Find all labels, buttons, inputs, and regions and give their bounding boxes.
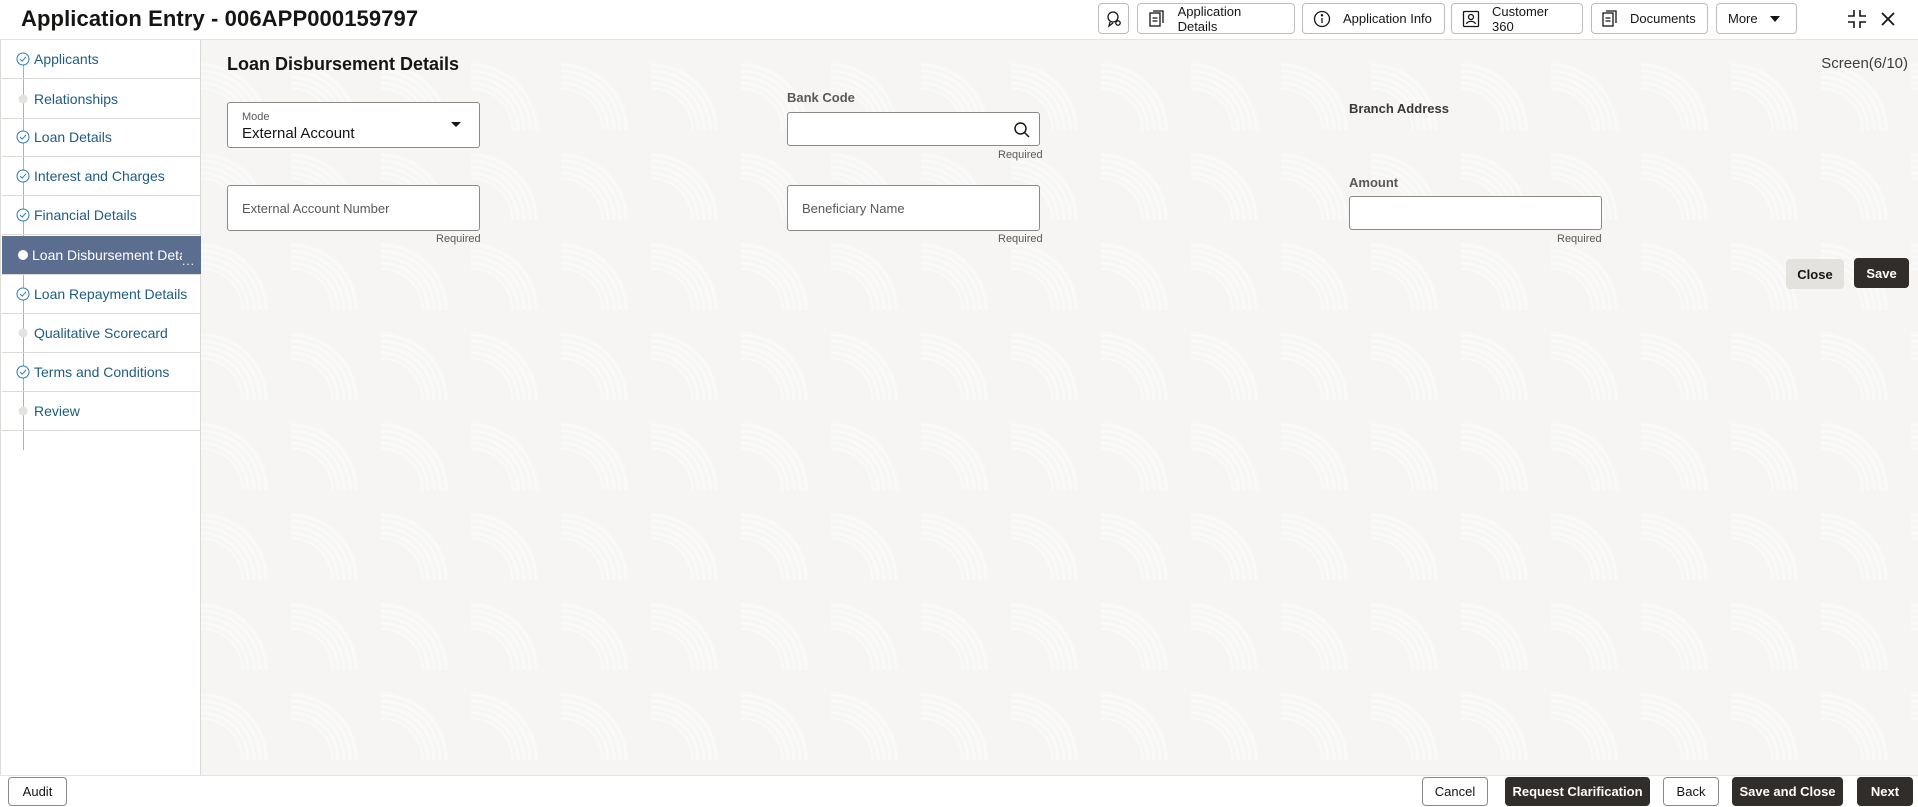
sidebar-item-label: Financial Details: [34, 207, 137, 223]
bank-code-label: Bank Code: [787, 90, 855, 105]
documents-label: Documents: [1630, 11, 1696, 26]
beneficiary-name-placeholder: Beneficiary Name: [802, 201, 905, 216]
sidebar-item-review[interactable]: Review: [2, 392, 201, 431]
pending-dot-icon: [16, 326, 30, 340]
mode-label: Mode: [242, 111, 270, 123]
check-circle-icon: [16, 365, 30, 379]
caret-down-icon: [1769, 15, 1780, 22]
clarification-button[interactable]: [1098, 3, 1129, 34]
branch-address-label: Branch Address: [1349, 101, 1449, 116]
sidebar-item-loan-disbursement-details[interactable]: Loan Disbursement Details ...: [2, 236, 201, 275]
sidebar-item-terms-and-conditions[interactable]: Terms and Conditions: [2, 353, 201, 392]
info-icon: [1313, 10, 1331, 28]
pending-dot-icon: [16, 92, 30, 106]
check-circle-icon: [16, 130, 30, 144]
pending-dot-icon: [16, 404, 30, 418]
sidebar-item-loan-repayment-details[interactable]: Loan Repayment Details: [2, 275, 201, 314]
search-icon[interactable]: [1013, 121, 1031, 139]
sidebar-item-label: Qualitative Scorecard: [34, 325, 168, 341]
mode-value: External Account: [242, 125, 355, 142]
main-content: Loan Disbursement Details Screen(6/10) M…: [201, 40, 1918, 775]
close-icon[interactable]: [1877, 8, 1899, 30]
request-clarification-button[interactable]: Request Clarification: [1505, 777, 1650, 806]
more-label: More: [1728, 11, 1758, 26]
more-button[interactable]: More: [1716, 3, 1797, 34]
close-button[interactable]: Close: [1786, 259, 1844, 289]
beneficiary-name-required: Required: [998, 233, 1043, 245]
check-circle-icon: [16, 52, 30, 66]
app-header: Application Entry - 006APP000159797 Appl…: [0, 0, 1918, 40]
current-step-dot-icon: [16, 248, 30, 262]
customer-360-label: Customer 360: [1492, 3, 1549, 34]
next-button[interactable]: Next: [1857, 777, 1913, 806]
document-stack-icon: [1148, 9, 1166, 28]
sidebar-item-label: Loan Details: [34, 129, 112, 145]
check-circle-icon: [16, 169, 30, 183]
train-stop-sidebar: Applicants Relationships Loan Details In…: [0, 40, 201, 775]
sidebar-item-loan-details[interactable]: Loan Details: [2, 118, 201, 157]
sidebar-item-relationships[interactable]: Relationships: [2, 80, 201, 119]
bank-code-input[interactable]: [787, 112, 1040, 146]
application-details-label: Application Details: [1177, 3, 1242, 34]
external-account-number-placeholder: External Account Number: [242, 201, 390, 216]
section-title: Loan Disbursement Details: [227, 54, 460, 74]
external-account-number-required: Required: [436, 233, 481, 245]
sidebar-item-label: Interest and Charges: [34, 168, 165, 184]
sidebar-item-label: Loan Repayment Details: [34, 286, 188, 302]
sidebar-item-interest-and-charges[interactable]: Interest and Charges: [2, 157, 201, 196]
sidebar-item-financial-details[interactable]: Financial Details: [2, 196, 201, 235]
check-circle-icon: [16, 287, 30, 301]
minimize-view-icon[interactable]: [1846, 8, 1868, 30]
cancel-button[interactable]: Cancel: [1422, 777, 1488, 806]
amount-input[interactable]: [1349, 196, 1602, 230]
sidebar-item-label: Relationships: [34, 91, 119, 107]
amount-required: Required: [1557, 233, 1602, 245]
sidebar-item-label: Loan Disbursement Details: [32, 247, 182, 263]
beneficiary-name-input[interactable]: Beneficiary Name: [787, 185, 1040, 231]
check-circle-icon: [16, 208, 30, 222]
document-stack-icon: [1602, 9, 1618, 28]
sidebar-item-label: Applicants: [34, 51, 99, 67]
footer-bar: Audit Cancel Request Clarification Back …: [0, 775, 1918, 807]
application-info-button[interactable]: Application Info: [1302, 3, 1445, 34]
save-button[interactable]: Save: [1854, 258, 1909, 288]
sidebar-item-applicants[interactable]: Applicants: [2, 40, 201, 79]
documents-button[interactable]: Documents: [1591, 3, 1708, 34]
save-and-close-button[interactable]: Save and Close: [1732, 777, 1843, 806]
back-button[interactable]: Back: [1663, 777, 1719, 806]
overflow-ellipsis: ...: [181, 254, 195, 268]
mode-select[interactable]: Mode External Account: [227, 102, 480, 148]
caret-down-icon: [451, 122, 461, 127]
application-info-label: Application Info: [1343, 11, 1432, 26]
audit-button[interactable]: Audit: [8, 777, 67, 806]
customer-360-button[interactable]: Customer 360: [1451, 3, 1583, 34]
sidebar-item-qualitative-scorecard[interactable]: Qualitative Scorecard: [2, 314, 201, 353]
screen-counter: Screen(6/10): [1821, 55, 1908, 72]
external-account-number-input[interactable]: External Account Number: [227, 185, 480, 231]
sidebar-item-label: Review: [34, 403, 80, 419]
application-details-button[interactable]: Application Details: [1137, 3, 1295, 34]
sidebar-item-label: Terms and Conditions: [34, 364, 170, 380]
amount-label: Amount: [1349, 175, 1399, 190]
bank-code-required: Required: [998, 149, 1043, 161]
page-title: Application Entry - 006APP000159797: [21, 6, 419, 31]
chat-person-icon: [1105, 10, 1123, 28]
customer-card-icon: [1462, 10, 1480, 28]
